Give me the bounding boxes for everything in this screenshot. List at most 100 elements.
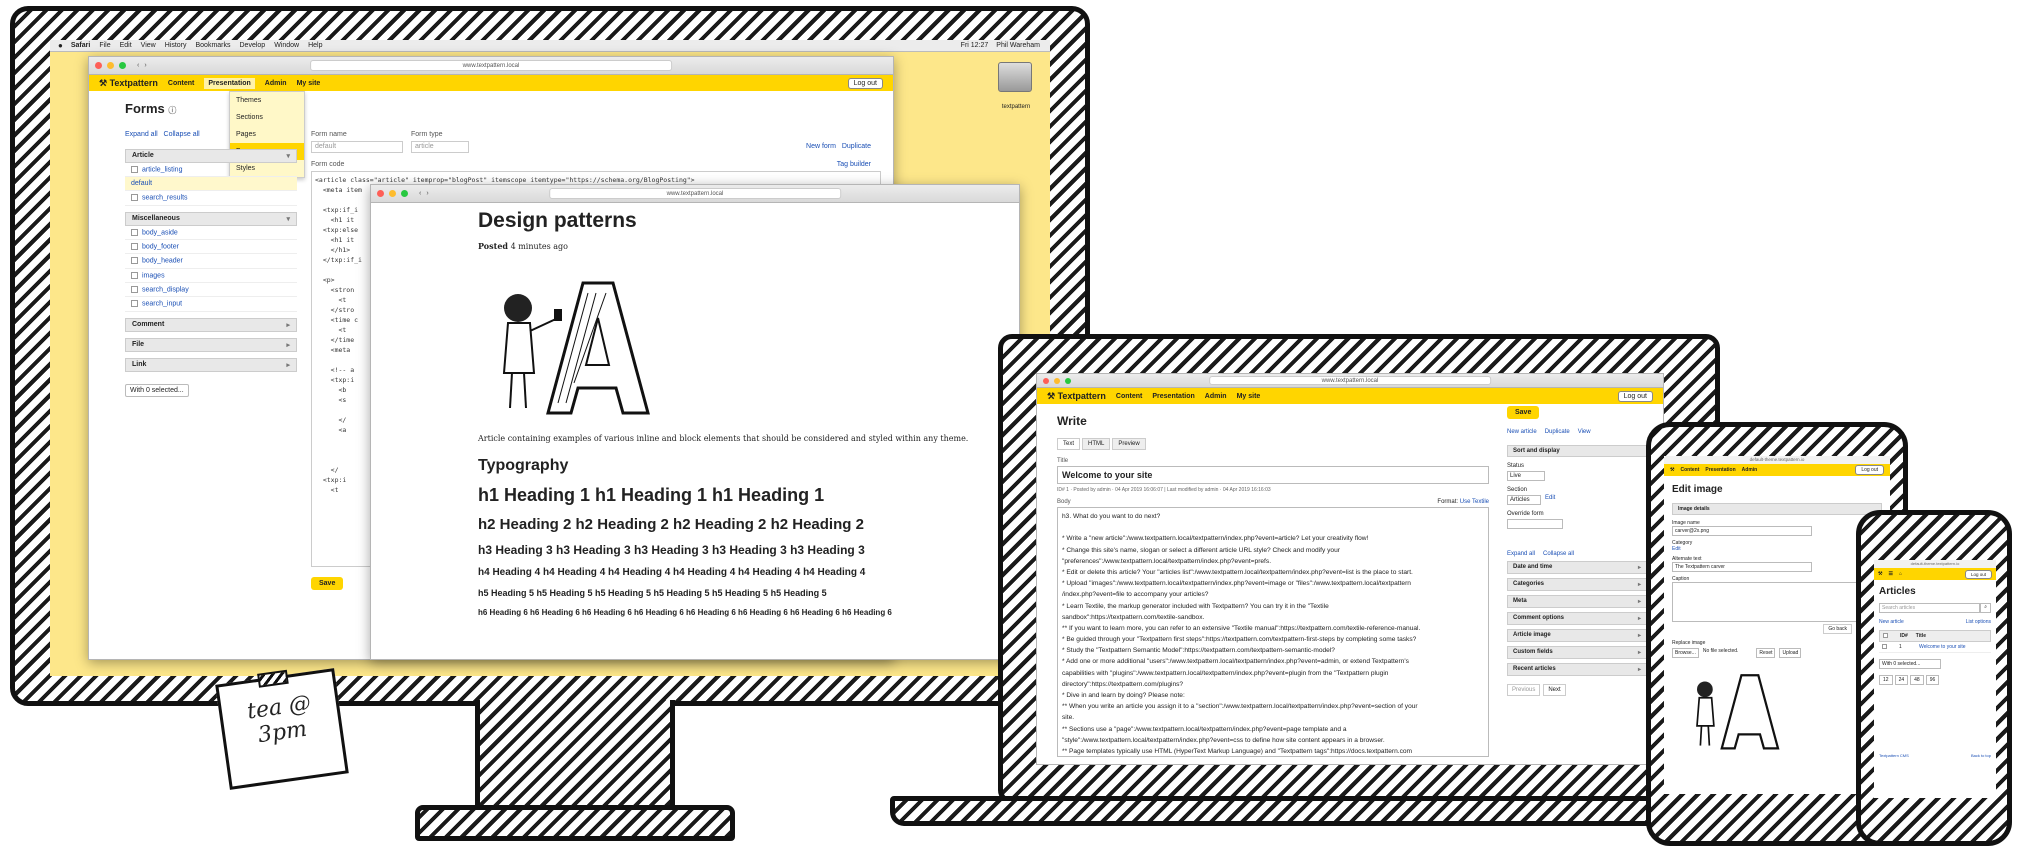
view-link[interactable]: View — [1578, 429, 1591, 435]
item-checkbox[interactable] — [131, 194, 138, 202]
mac-menu-develop[interactable]: Develop — [240, 42, 266, 49]
form-item-name[interactable]: body_footer — [142, 243, 179, 250]
alt-input[interactable]: The Textpattern carver — [1672, 562, 1812, 572]
panel-categories[interactable]: Categories ▸ — [1507, 578, 1647, 591]
item-checkbox[interactable] — [131, 228, 138, 236]
form-list-item[interactable]: body_aside — [125, 226, 297, 241]
expand-all-link[interactable]: Expand all — [125, 131, 158, 138]
form-group-header[interactable]: Miscellaneous ▾ — [125, 211, 297, 226]
body-textarea[interactable]: h3. What do you want to do next? * Write … — [1057, 507, 1489, 757]
panel-date-and-time[interactable]: Date and time ▸ — [1507, 561, 1647, 574]
mac-menu-help[interactable]: Help — [308, 42, 322, 49]
form-list-item[interactable]: body_footer — [125, 240, 297, 255]
logout-button[interactable]: Log out — [1964, 569, 1992, 579]
minimize-dot[interactable] — [107, 62, 114, 69]
forward-icon[interactable]: › — [144, 62, 146, 69]
close-dot[interactable] — [95, 62, 102, 69]
form-group-header[interactable]: Comment ▸ — [125, 317, 297, 332]
search-icon[interactable]: ⌕ — [1980, 603, 1991, 613]
form-group-header[interactable]: Link ▸ — [125, 357, 297, 372]
nav-content[interactable]: Content — [168, 80, 194, 87]
next-button[interactable]: Next — [1543, 684, 1566, 696]
home-icon[interactable]: ⌂ — [1899, 571, 1902, 577]
form-item-name[interactable]: body_header — [142, 258, 183, 265]
mac-menu-edit[interactable]: Edit — [120, 42, 132, 49]
menu-sections[interactable]: Sections — [230, 109, 304, 126]
category-edit-link[interactable]: Edit — [1672, 546, 1882, 552]
form-item-name[interactable]: article_listing — [142, 166, 182, 173]
forward-icon[interactable]: › — [426, 190, 428, 197]
apple-icon[interactable]: ● — [58, 41, 63, 50]
zoom-dot[interactable] — [119, 62, 126, 69]
menu-icon[interactable]: ☰ — [1888, 571, 1892, 577]
form-group-header[interactable]: File ▸ — [125, 337, 297, 352]
disk-icon[interactable] — [998, 62, 1032, 92]
item-checkbox[interactable] — [131, 300, 138, 308]
mac-menu-file[interactable]: File — [99, 42, 110, 49]
mac-menu-history[interactable]: History — [165, 42, 187, 49]
back-to-top-link[interactable]: Back to top — [1971, 753, 1991, 758]
form-item-name[interactable]: search_input — [142, 301, 182, 308]
title-input[interactable]: Welcome to your site — [1057, 466, 1489, 484]
nav-admin[interactable]: Admin — [1742, 467, 1758, 473]
minimize-dot[interactable] — [1054, 377, 1060, 384]
page-size-48[interactable]: 48 — [1910, 675, 1924, 685]
txp-logo[interactable]: ⚒ Textpattern — [1047, 391, 1106, 402]
collapse-all-link[interactable]: Collapse all — [1543, 551, 1574, 557]
reset-button[interactable]: Reset — [1756, 648, 1776, 658]
format-select[interactable]: Use Textile — [1460, 499, 1489, 505]
duplicate-link[interactable]: Duplicate — [1545, 429, 1570, 435]
with-selected-select[interactable]: With 0 selected... — [125, 383, 189, 397]
close-dot[interactable] — [377, 190, 384, 197]
go-back-button[interactable]: Go back — [1823, 624, 1852, 634]
panel-article-image[interactable]: Article image ▸ — [1507, 629, 1647, 642]
select-all-checkbox[interactable] — [1883, 633, 1888, 638]
txp-mini-logo[interactable]: ⚒ — [1878, 571, 1882, 577]
form-item-name[interactable]: default — [131, 180, 152, 187]
form-list-item[interactable]: search_results — [125, 191, 297, 206]
new-article-link[interactable]: New article — [1507, 429, 1537, 435]
previous-button[interactable]: Previous — [1507, 684, 1541, 696]
tab-preview[interactable]: Preview — [1112, 438, 1146, 450]
nav-admin[interactable]: Admin — [1205, 393, 1227, 400]
nav-mysite[interactable]: My site — [297, 80, 321, 87]
address-bar[interactable]: www.textpattern.local — [549, 188, 841, 199]
image-details-panel[interactable]: Image details — [1672, 503, 1882, 515]
form-item-name[interactable]: images — [142, 272, 165, 279]
item-checkbox[interactable] — [131, 166, 138, 173]
page-size-24[interactable]: 24 — [1894, 675, 1909, 685]
form-item-name[interactable]: search_display — [142, 286, 189, 293]
col-title[interactable]: Title — [1916, 633, 1926, 639]
write-save-button[interactable]: Save — [1507, 406, 1540, 419]
list-options-link[interactable]: List options — [1966, 619, 1991, 625]
section-edit-link[interactable]: Edit — [1545, 495, 1555, 505]
form-list-item[interactable]: default — [125, 177, 297, 192]
new-article-link[interactable]: New article — [1879, 619, 1904, 625]
help-icon[interactable]: ⓘ — [168, 106, 176, 115]
sort-display-panel[interactable]: Sort and display — [1507, 445, 1647, 457]
row-checkbox[interactable] — [1882, 644, 1887, 649]
page-size-12[interactable]: 12 — [1879, 675, 1893, 685]
nav-content[interactable]: Content — [1680, 467, 1699, 473]
panel-meta[interactable]: Meta ▸ — [1507, 595, 1647, 608]
txp-mini-logo[interactable]: ⚒ — [1670, 467, 1674, 473]
nav-admin[interactable]: Admin — [265, 80, 287, 87]
browse-button[interactable]: Browse... — [1672, 648, 1699, 658]
page-size-96[interactable]: 96 — [1925, 675, 1940, 685]
item-checkbox[interactable] — [131, 271, 138, 279]
logout-button[interactable]: Log out — [847, 77, 883, 89]
row-title-link[interactable]: Welcome to your site — [1919, 644, 1966, 650]
txp-logo[interactable]: ⚒ Textpattern — [99, 78, 158, 89]
nav-presentation[interactable]: Presentation — [1705, 467, 1735, 473]
form-list-item[interactable]: images — [125, 269, 297, 284]
tag-builder-link[interactable]: Tag builder — [837, 161, 871, 168]
nav-presentation[interactable]: Presentation — [1152, 393, 1194, 400]
form-type-select[interactable]: article — [411, 141, 469, 153]
caption-textarea[interactable] — [1672, 582, 1872, 622]
panel-recent-articles[interactable]: Recent articles ▸ — [1507, 663, 1647, 676]
form-item-name[interactable]: body_aside — [142, 229, 178, 236]
menu-pages[interactable]: Pages — [230, 126, 304, 143]
logout-button[interactable]: Log out — [1855, 465, 1884, 475]
with-selected-select[interactable]: With 0 selected... — [1879, 659, 1941, 669]
mac-menu-view[interactable]: View — [141, 42, 156, 49]
